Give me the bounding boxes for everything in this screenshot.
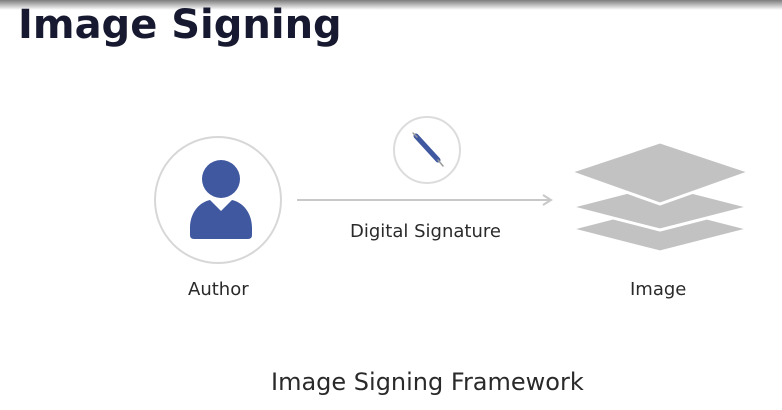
stacked-layers-icon [568, 140, 752, 254]
slide-caption: Image Signing Framework [271, 368, 584, 396]
pen-node [393, 116, 461, 184]
author-node [154, 136, 282, 264]
digital-signature-label: Digital Signature [350, 221, 501, 242]
pen-icon [412, 132, 444, 167]
image-label: Image [630, 279, 687, 300]
author-label: Author [188, 279, 249, 300]
slide-title: Image Signing [18, 2, 342, 48]
slide: Image Signing Digital Signature Author I… [0, 0, 782, 410]
person-icon [190, 160, 252, 239]
signature-arrow [297, 194, 553, 206]
